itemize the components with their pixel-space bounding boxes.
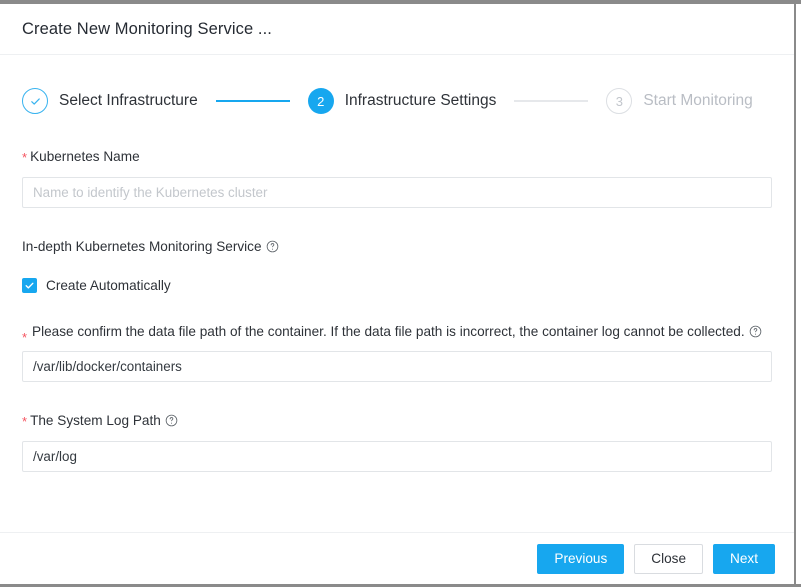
container-data-path-input[interactable]	[22, 351, 772, 382]
dialog-title: Create New Monitoring Service ...	[22, 20, 272, 39]
step-start-monitoring[interactable]: 3 Start Monitoring	[606, 88, 752, 114]
window-right-chrome-bar	[794, 0, 796, 587]
dialog-header: Create New Monitoring Service ...	[0, 4, 794, 55]
create-monitoring-service-dialog: Create New Monitoring Service ... Select…	[0, 4, 794, 584]
kubernetes-name-label: *Kubernetes Name	[22, 146, 772, 168]
next-button[interactable]: Next	[713, 544, 775, 574]
step-connector-1	[216, 100, 290, 102]
step-select-infrastructure[interactable]: Select Infrastructure	[22, 88, 198, 114]
help-circle-icon[interactable]	[165, 414, 178, 427]
step-1-marker-check-icon	[22, 88, 48, 114]
spacer	[22, 382, 772, 410]
spacer	[22, 208, 772, 236]
required-asterisk: *	[22, 150, 27, 165]
step-2-label: Infrastructure Settings	[345, 92, 497, 110]
in-depth-service-label: In-depth Kubernetes Monitoring Service	[22, 236, 772, 257]
wizard-stepper: Select Infrastructure 2 Infrastructure S…	[0, 55, 794, 119]
help-circle-icon[interactable]	[266, 240, 279, 253]
step-infrastructure-settings[interactable]: 2 Infrastructure Settings	[308, 88, 497, 114]
create-automatically-checkbox-row[interactable]: Create Automatically	[22, 278, 772, 293]
system-log-path-label: *The System Log Path	[22, 410, 772, 432]
create-automatically-checkbox[interactable]	[22, 278, 37, 293]
dialog-footer: Previous Close Next	[0, 532, 794, 584]
step-3-label: Start Monitoring	[643, 92, 752, 110]
step-2-marker: 2	[308, 88, 334, 114]
create-automatically-label: Create Automatically	[46, 278, 171, 293]
system-log-path-label-text: The System Log Path	[30, 413, 161, 428]
close-button[interactable]: Close	[634, 544, 703, 574]
previous-button[interactable]: Previous	[537, 544, 624, 574]
kubernetes-name-input[interactable]	[22, 177, 772, 208]
spacer	[22, 266, 772, 278]
required-asterisk: *	[22, 328, 27, 348]
container-data-path-label: * Please confirm the data file path of t…	[22, 321, 772, 342]
system-log-path-input[interactable]	[22, 441, 772, 472]
form-body: *Kubernetes Name In-depth Kubernetes Mon…	[0, 146, 794, 472]
step-connector-2	[514, 100, 588, 102]
required-asterisk: *	[22, 414, 27, 429]
in-depth-service-label-text: In-depth Kubernetes Monitoring Service	[22, 239, 262, 254]
help-circle-icon[interactable]	[749, 325, 762, 338]
step-1-label: Select Infrastructure	[59, 92, 198, 110]
container-data-path-label-text: Please confirm the data file path of the…	[32, 324, 745, 339]
spacer	[22, 293, 772, 321]
step-3-marker: 3	[606, 88, 632, 114]
container-data-path-label-wrap: Please confirm the data file path of the…	[22, 321, 772, 342]
kubernetes-name-label-text: Kubernetes Name	[30, 149, 140, 164]
